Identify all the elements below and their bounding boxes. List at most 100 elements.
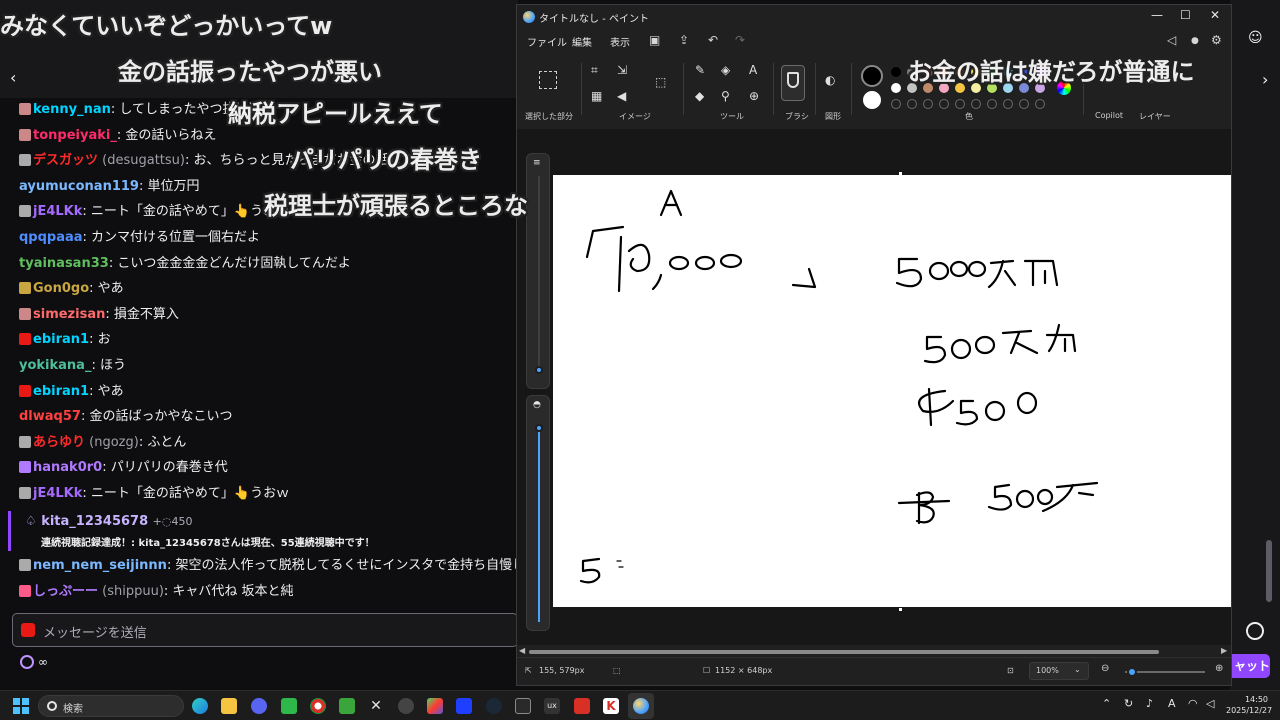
app-icon[interactable]	[515, 698, 531, 714]
image-effect-icon[interactable]: ⬚	[655, 75, 666, 89]
k-app-icon[interactable]: K	[603, 698, 619, 714]
chat-send-button[interactable]: ャット	[1228, 654, 1270, 678]
channel-points[interactable]: ∞	[20, 655, 48, 669]
scroll-thumb[interactable]	[529, 650, 1159, 654]
chat-username[interactable]: Gon0go	[33, 281, 89, 296]
chevron-up-icon[interactable]: ⌃	[1102, 697, 1111, 710]
save-icon[interactable]: ▣	[649, 33, 660, 47]
pencil-icon[interactable]: ✎	[695, 63, 705, 77]
monitor-app-icon[interactable]	[456, 698, 472, 714]
color-swatch[interactable]	[987, 99, 997, 109]
scrollbar[interactable]	[1266, 540, 1272, 602]
wifi-icon[interactable]: ◠	[1188, 697, 1198, 710]
chat-username[interactable]: nem_nem_seijinnn	[33, 558, 167, 573]
chat-username[interactable]: jE4LKk	[33, 204, 82, 219]
color-swatch[interactable]	[971, 99, 981, 109]
drawing-canvas[interactable]	[553, 175, 1231, 607]
color-swatch[interactable]	[955, 99, 965, 109]
zoom-slider-knob[interactable]	[1127, 667, 1137, 677]
volume-icon[interactable]: ◁	[1206, 697, 1214, 710]
notes-icon[interactable]	[281, 698, 297, 714]
edge-icon[interactable]	[192, 698, 208, 714]
taskbar-search[interactable]: 検索	[38, 695, 184, 717]
share-icon[interactable]: ⇪	[679, 33, 689, 47]
color-picker-icon[interactable]: ⚲	[721, 89, 730, 103]
chat-username[interactable]: デスガッツ	[33, 153, 98, 168]
chat-username[interactable]: jE4LKk	[33, 486, 82, 501]
minimize-button[interactable]: —	[1151, 8, 1163, 22]
opacity-slider[interactable]: ◓	[526, 395, 550, 631]
color-swatch[interactable]	[1019, 99, 1029, 109]
menu-file[interactable]: ファイル	[527, 34, 567, 49]
megaphone-icon[interactable]: ◁	[1167, 33, 1176, 47]
shapes-icon[interactable]: ◐	[825, 73, 835, 87]
fill-icon[interactable]: ◈	[721, 63, 730, 77]
crop-icon[interactable]: ⌗	[591, 63, 598, 78]
selection-tool-icon[interactable]	[539, 71, 557, 89]
settings-icon[interactable]: ⚙	[1211, 33, 1222, 47]
folder-icon[interactable]	[221, 698, 237, 714]
secondary-color[interactable]	[863, 91, 881, 109]
primary-color[interactable]	[861, 65, 883, 87]
color-swatch[interactable]	[891, 99, 901, 109]
brush-size-slider[interactable]: ≡	[526, 153, 550, 389]
image-select-icon[interactable]: ▦	[591, 89, 602, 103]
text-tool-icon[interactable]: A	[749, 63, 757, 77]
color-swatch[interactable]	[1003, 99, 1013, 109]
chat-username[interactable]: あらゆり	[33, 435, 85, 450]
chat-username[interactable]: simezisan	[33, 307, 105, 322]
chrome-icon[interactable]	[310, 698, 326, 714]
highlight-username[interactable]: kita_12345678	[41, 514, 148, 529]
chevron-right-icon[interactable]: ›	[1262, 70, 1268, 89]
chat-username[interactable]: yokikana_	[19, 358, 91, 373]
magnifier-icon[interactable]: ⊕	[749, 89, 759, 103]
chat-username[interactable]: dlwaq57	[19, 409, 81, 424]
ime-indicator[interactable]: A	[1168, 697, 1176, 710]
chat-username[interactable]: ayumuconan119	[19, 179, 139, 194]
minecraft-icon[interactable]	[339, 698, 355, 714]
resize-handle[interactable]	[899, 608, 902, 611]
chat-username[interactable]: tyainasan33	[19, 256, 109, 271]
user-icon[interactable]: ☺	[1248, 30, 1263, 46]
chat-input[interactable]: メッセージを送信	[12, 613, 518, 647]
zoom-slider[interactable]	[1125, 671, 1205, 673]
chevron-left-icon[interactable]: ‹	[10, 68, 16, 87]
close-button[interactable]: ✕	[1210, 8, 1220, 22]
undo-icon[interactable]: ↶	[708, 33, 718, 47]
obs-icon[interactable]	[398, 698, 414, 714]
account-icon[interactable]: ●	[1191, 36, 1199, 46]
color-swatch[interactable]	[907, 99, 917, 109]
rotate-icon[interactable]: ◀	[617, 89, 626, 103]
scroll-left-icon[interactable]: ◀	[519, 646, 525, 655]
color-swatch[interactable]	[1035, 99, 1045, 109]
clock[interactable]: 14:50 2025/12/27	[1226, 694, 1272, 716]
paint-taskbar-icon[interactable]	[633, 698, 649, 714]
chat-username[interactable]: hanak0r0	[33, 460, 102, 475]
x-icon[interactable]: ✕	[368, 698, 384, 714]
brush-icon[interactable]	[781, 65, 805, 101]
zoom-out-icon[interactable]: ⊖	[1101, 663, 1109, 674]
game-app-icon[interactable]	[427, 698, 443, 714]
discord-icon[interactable]	[251, 698, 267, 714]
color-swatch[interactable]	[939, 99, 949, 109]
emoji-icon[interactable]	[1246, 622, 1264, 640]
redo-icon[interactable]: ↷	[735, 33, 745, 47]
steam-icon[interactable]	[486, 698, 502, 714]
camera-icon[interactable]	[21, 623, 35, 637]
chat-username[interactable]: qpqpaaa	[19, 230, 83, 245]
zoom-select[interactable]: 100% ⌄	[1029, 662, 1089, 680]
menu-edit[interactable]: 編集	[572, 34, 592, 49]
record-app-icon[interactable]	[574, 698, 590, 714]
fit-icon[interactable]: ⊡	[1007, 666, 1014, 675]
tool-app-icon[interactable]: ux	[544, 698, 560, 714]
microphone-icon[interactable]: ♪	[1146, 697, 1153, 710]
color-swatch[interactable]	[923, 99, 933, 109]
sync-icon[interactable]: ↻	[1124, 697, 1133, 710]
horizontal-scrollbar[interactable]: ◀ ▶	[517, 646, 1231, 657]
scroll-right-icon[interactable]: ▶	[1221, 646, 1227, 655]
color-swatch[interactable]	[891, 83, 901, 93]
resize-icon[interactable]: ⇲	[617, 63, 627, 77]
windows-start-icon[interactable]	[13, 698, 29, 714]
eraser-icon[interactable]: ◆	[695, 89, 704, 103]
color-swatch[interactable]	[891, 67, 901, 77]
